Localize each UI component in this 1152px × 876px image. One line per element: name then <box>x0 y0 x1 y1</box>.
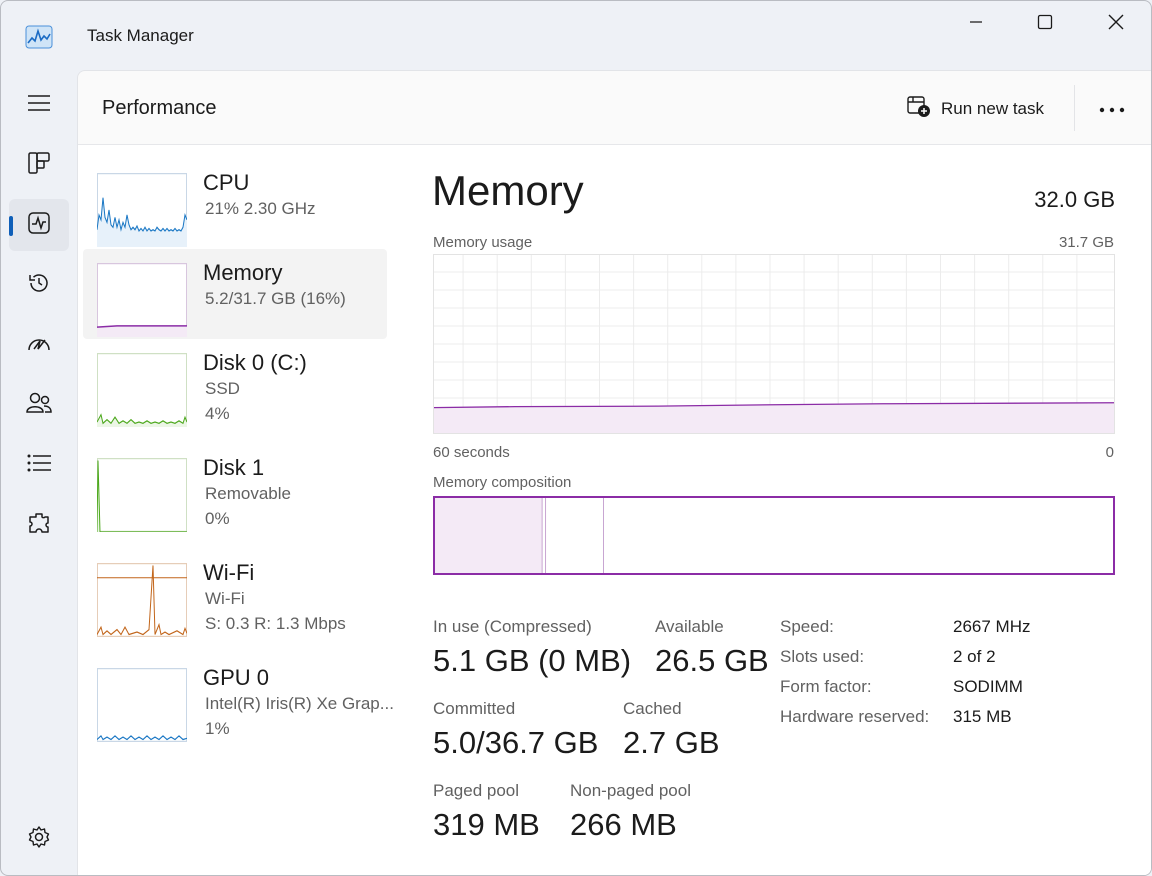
device-usage: 4% <box>205 404 230 423</box>
memory-sparkline <box>97 263 187 337</box>
cpu-sparkline <box>97 173 187 247</box>
details-icon <box>27 454 51 477</box>
nav-performance[interactable] <box>9 199 69 251</box>
task-manager-app-icon <box>25 25 53 49</box>
device-usage: 1% <box>205 719 230 738</box>
graph-time-left-label: 60 seconds <box>433 444 510 461</box>
memory-usage-area <box>433 402 1115 434</box>
device-cpu[interactable]: CPU 21% 2.30 GHz <box>83 159 387 249</box>
cached-label: Cached <box>623 699 682 718</box>
non-paged-pool-label: Non-paged pool <box>570 781 691 800</box>
device-detail: SSD <box>205 379 240 398</box>
processes-icon <box>28 151 50 179</box>
memory-total: 32.0 GB <box>1034 187 1115 212</box>
cached-value: 2.7 GB <box>623 725 720 760</box>
spec-hardware-reserved-label: Hardware reserved: <box>780 707 930 726</box>
device-detail: Removable <box>205 484 291 503</box>
device-memory[interactable]: Memory 5.2/31.7 GB (16%) <box>83 249 387 339</box>
paged-pool-label: Paged pool <box>433 781 520 800</box>
memory-usage-max: 31.7 GB <box>1058 234 1114 251</box>
gpu-0-sparkline <box>97 668 187 742</box>
committed-value: 5.0/36.7 GB <box>433 725 599 760</box>
paged-pool-value: 319 MB <box>433 807 540 842</box>
device-name: Disk 0 (C:) <box>203 350 307 375</box>
device-wifi[interactable]: Wi-Fi Wi-Fi S: 0.3 R: 1.3 Mbps <box>83 549 387 639</box>
device-name: GPU 0 <box>203 665 270 690</box>
device-detail: Wi-Fi <box>205 589 245 608</box>
non-paged-pool-value: 266 MB <box>570 807 677 842</box>
nav-processes[interactable] <box>9 139 69 191</box>
close-button[interactable] <box>1093 9 1139 39</box>
startup-apps-icon <box>26 332 52 359</box>
nav-details[interactable] <box>9 439 69 491</box>
run-new-task-icon <box>907 95 931 123</box>
app-history-icon <box>27 271 51 300</box>
disk-0-sparkline <box>97 353 187 427</box>
performance-icon <box>28 211 50 239</box>
committed-label: Committed <box>433 699 516 718</box>
memory-composition-bar <box>433 496 1115 575</box>
maximize-button[interactable] <box>1022 9 1068 39</box>
device-usage: S: 0.3 R: 1.3 Mbps <box>205 614 346 633</box>
device-gpu-0[interactable]: GPU 0 Intel(R) Iris(R) Xe Grap... 1% <box>83 654 394 744</box>
spec-speed-label: Speed: <box>780 617 834 636</box>
device-name: CPU <box>203 170 250 195</box>
hamburger-menu-icon <box>28 94 50 117</box>
minimize-button[interactable] <box>953 9 999 39</box>
run-new-task-label: Run new task <box>941 99 1044 118</box>
more-options-icon <box>1099 100 1125 118</box>
window-title: Task Manager <box>87 26 194 45</box>
close-icon <box>1108 14 1124 35</box>
minimize-icon <box>969 15 983 34</box>
nav-startup-apps[interactable] <box>9 319 69 371</box>
memory-usage-label: Memory usage <box>433 234 533 251</box>
nav-settings[interactable] <box>9 813 69 865</box>
device-detail: 21% 2.30 GHz <box>205 199 316 218</box>
spec-slots-label: Slots used: <box>780 647 865 666</box>
in-use-label: In use (Compressed) <box>433 617 592 636</box>
device-detail: 5.2/31.7 GB (16%) <box>205 289 346 308</box>
maximize-icon <box>1037 14 1053 35</box>
users-icon <box>26 391 52 420</box>
hamburger-menu-button[interactable] <box>9 79 69 131</box>
device-name: Memory <box>203 260 283 285</box>
settings-icon <box>27 825 51 854</box>
memory-usage-graph <box>433 254 1115 434</box>
command-separator <box>1074 85 1075 131</box>
composition-in-use <box>433 496 543 575</box>
nav-users[interactable] <box>9 379 69 431</box>
available-value: 26.5 GB <box>655 643 769 678</box>
device-name: Disk 1 <box>203 455 265 480</box>
command-bar: Performance Run new task <box>78 71 1151 145</box>
device-name: Wi-Fi <box>203 560 255 585</box>
in-use-value: 5.1 GB (0 MB) <box>433 643 632 678</box>
services-icon <box>27 511 51 540</box>
device-disk-0[interactable]: Disk 0 (C:) SSD 4% <box>83 339 387 429</box>
more-options-button[interactable] <box>1096 95 1128 123</box>
spec-form-factor-label: Form factor: <box>780 677 872 696</box>
page-title: Performance <box>102 97 217 119</box>
detail-title: Memory <box>432 167 584 214</box>
nav-services[interactable] <box>9 499 69 551</box>
nav-app-history[interactable] <box>9 259 69 311</box>
spec-speed-value: 2667 MHz <box>953 617 1031 636</box>
spec-slots-value: 2 of 2 <box>953 647 996 666</box>
device-usage: 0% <box>205 509 230 528</box>
spec-form-factor-value: SODIMM <box>953 677 1023 696</box>
device-detail: Intel(R) Iris(R) Xe Grap... <box>205 694 394 713</box>
device-disk-1[interactable]: Disk 1 Removable 0% <box>83 444 387 534</box>
wifi-sparkline <box>97 563 187 637</box>
main-panel: Performance Run new task CPU 21% 2.30 GH… <box>77 70 1151 875</box>
available-label: Available <box>655 617 724 636</box>
spec-hardware-reserved-value: 315 MB <box>953 707 1012 726</box>
navigation-rail <box>1 69 77 875</box>
title-bar[interactable]: Task Manager <box>1 1 1151 69</box>
task-manager-window: Task Manager Performance Run new task CP… <box>0 0 1152 876</box>
disk-1-sparkline <box>97 458 187 532</box>
graph-time-right-label: 0 <box>1105 444 1114 461</box>
run-new-task-button[interactable]: Run new task <box>907 95 1044 123</box>
performance-content: CPU 21% 2.30 GHz Memory 5.2/31.7 GB (16%… <box>78 145 1151 875</box>
memory-composition-label: Memory composition <box>433 474 572 491</box>
